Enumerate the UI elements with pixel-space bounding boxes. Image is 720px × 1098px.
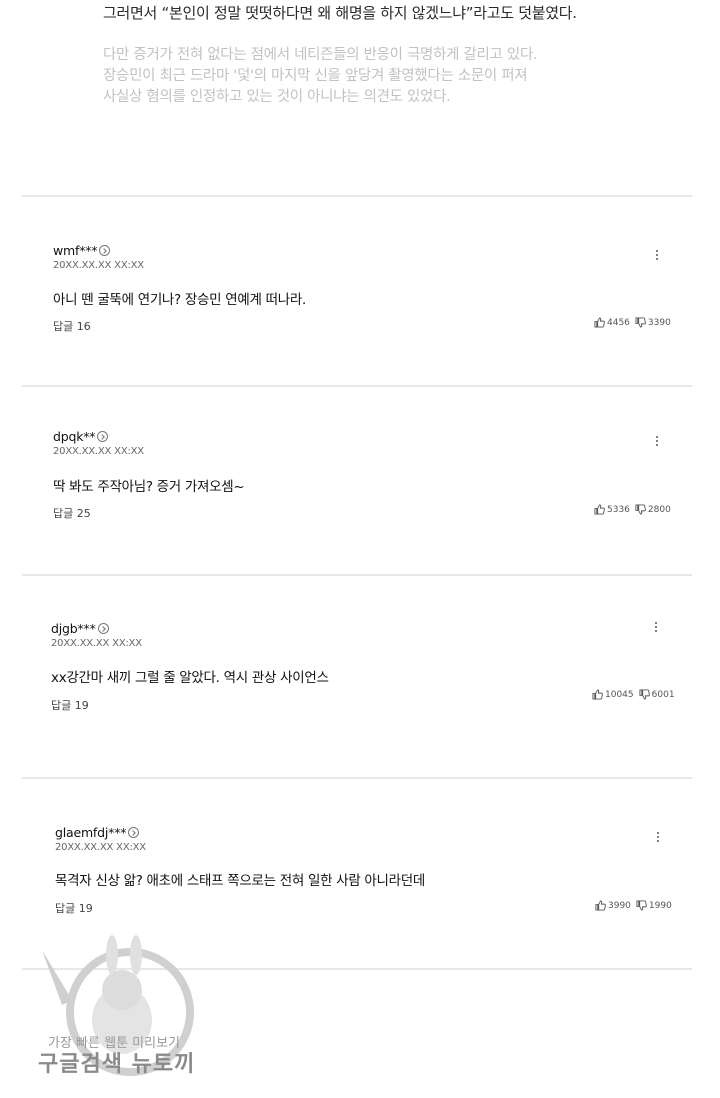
vote-group: 10045 6001 [592, 689, 675, 700]
more-vertical-icon[interactable] [656, 832, 660, 842]
like-count: 10045 [605, 689, 634, 700]
dislike-button[interactable]: 3390 [635, 317, 671, 328]
reply-button[interactable]: 답글 19 [55, 900, 93, 916]
comment-date: 20XX.XX.XX XX:XX [53, 446, 144, 457]
chevron-circle-icon[interactable] [99, 245, 111, 256]
thumbs-down-icon [639, 689, 650, 700]
thumbs-down-icon [635, 317, 646, 328]
more-vertical-icon[interactable] [655, 250, 659, 260]
more-vertical-icon[interactable] [655, 436, 659, 446]
like-button[interactable]: 5336 [594, 504, 630, 515]
comment-date: 20XX.XX.XX XX:XX [53, 260, 144, 271]
divider [22, 385, 692, 387]
dislike-button[interactable]: 2800 [635, 504, 671, 515]
comment-username[interactable]: djgb*** [51, 621, 96, 636]
like-count: 4456 [607, 317, 630, 328]
reply-button[interactable]: 답글 19 [51, 697, 89, 713]
watermark-brand: 구글검색 뉴토끼 [38, 1052, 196, 1077]
thumbs-down-icon [635, 504, 646, 515]
dislike-count: 3390 [647, 317, 671, 328]
comment-date: 20XX.XX.XX XX:XX [51, 638, 142, 649]
chevron-circle-icon[interactable] [97, 431, 109, 442]
dislike-count: 1990 [648, 900, 672, 911]
like-count: 5336 [607, 504, 630, 515]
article-line: 사실상 혐의를 인정하고 있는 것이 아니냐는 의견도 있었다. [103, 89, 451, 105]
like-button[interactable]: 3990 [595, 900, 631, 911]
vote-group: 4456 3390 [594, 317, 671, 328]
chevron-circle-icon[interactable] [97, 623, 109, 634]
thumbs-up-icon [594, 317, 605, 328]
more-vertical-icon[interactable] [654, 622, 658, 632]
comment-username[interactable]: dpqk** [53, 429, 96, 444]
comment-username[interactable]: wmf*** [53, 243, 98, 258]
divider [22, 777, 692, 779]
thumbs-down-icon [636, 900, 647, 911]
thumbs-up-icon [594, 504, 605, 515]
like-count: 3990 [608, 900, 631, 911]
divider [22, 195, 692, 197]
reply-button[interactable]: 답글 16 [53, 318, 91, 334]
article-line: 다만 증거가 전혀 없다는 점에서 네티즌들의 반응이 극명하게 갈리고 있다. [103, 47, 538, 63]
comment-text: 딱 봐도 주작아님? 증거 가져오셈~ [53, 479, 245, 495]
dislike-count: 2800 [647, 504, 671, 515]
thumbs-up-icon [595, 900, 606, 911]
dislike-count: 6001 [651, 689, 675, 700]
dislike-button[interactable]: 1990 [636, 900, 672, 911]
chevron-circle-icon[interactable] [128, 827, 140, 838]
article-line: 장승민이 최근 드라마 '덫'의 마지막 신을 앞당겨 촬영했다는 소문이 퍼져 [103, 68, 528, 84]
vote-group: 5336 2800 [594, 504, 671, 515]
comment-date: 20XX.XX.XX XX:XX [55, 842, 146, 853]
vote-group: 3990 1990 [595, 900, 672, 911]
dislike-button[interactable]: 6001 [639, 689, 675, 700]
like-button[interactable]: 4456 [594, 317, 630, 328]
comment-text: 목격자 신상 앎? 애초에 스태프 쪽으로는 전혀 일한 사람 아니라던데 [55, 873, 426, 889]
comment-text: 아니 뗀 굴뚝에 연기나? 장승민 연예계 떠나라. [53, 292, 306, 308]
thumbs-up-icon [592, 689, 603, 700]
comment-text: xx강간마 새끼 그럴 줄 알았다. 역시 관상 사이언스 [51, 670, 329, 686]
divider [22, 574, 692, 576]
like-button[interactable]: 10045 [592, 689, 634, 700]
comment-username[interactable]: glaemfdj*** [55, 825, 126, 840]
article-quote: 그러면서 “본인이 정말 떳떳하다면 왜 해명을 하지 않겠느냐”라고도 덧붙였… [103, 4, 577, 22]
reply-button[interactable]: 답글 25 [53, 505, 91, 521]
